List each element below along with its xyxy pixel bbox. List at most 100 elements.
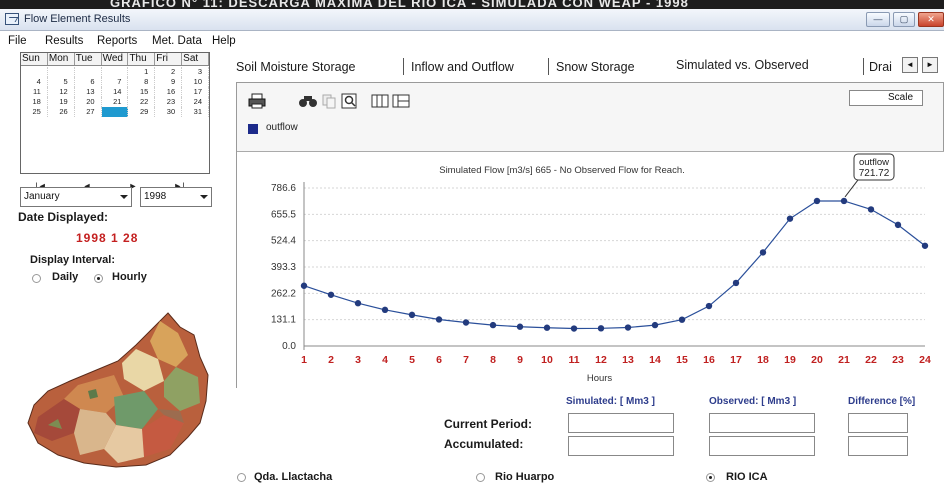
close-button[interactable]: ✕ bbox=[918, 12, 944, 27]
month-calendar[interactable]: Sun Mon Tue Wed Thu Fri Sat 1 2 3 4 5 6 7 8 9 10 11 12 13 1… bbox=[20, 52, 210, 174]
calendar-day[interactable]: 13 bbox=[75, 87, 102, 97]
calendar-day[interactable]: 8 bbox=[128, 77, 156, 87]
data-point bbox=[381, 306, 389, 314]
calendar-day[interactable]: 26 bbox=[48, 107, 75, 117]
menu-file[interactable]: File bbox=[8, 35, 27, 47]
reach-radio-rio-huarpo[interactable] bbox=[476, 473, 485, 482]
calendar-day[interactable]: 17 bbox=[182, 87, 209, 97]
reach-radio-rio-ica[interactable] bbox=[706, 473, 715, 482]
maximize-button[interactable]: ▢ bbox=[893, 12, 915, 27]
accumulated-label: Accumulated: bbox=[444, 437, 524, 451]
minimize-button[interactable]: — bbox=[866, 12, 890, 27]
x-tick-label: 23 bbox=[892, 354, 904, 366]
month-select[interactable]: January bbox=[20, 187, 132, 207]
reach-label-rio-ica: RIO ICA bbox=[726, 471, 768, 483]
tab-scroll-right-button[interactable]: ► bbox=[922, 57, 938, 73]
calendar-day[interactable]: 6 bbox=[75, 77, 102, 87]
x-tick-label: 14 bbox=[649, 354, 661, 366]
chevron-down-icon bbox=[200, 195, 208, 199]
tab-scroll-left-button[interactable]: ◄ bbox=[902, 57, 918, 73]
x-tick-label: 24 bbox=[919, 354, 931, 366]
display-interval-label: Display Interval: bbox=[30, 254, 115, 266]
tab-simulated-vs-observed[interactable]: Simulated vs. Observed bbox=[676, 58, 809, 72]
calendar-day bbox=[75, 67, 102, 77]
data-point bbox=[759, 249, 767, 256]
calendar-day[interactable]: 30 bbox=[155, 107, 183, 117]
calendar-day[interactable]: 5 bbox=[48, 77, 75, 87]
calendar-day[interactable]: 20 bbox=[75, 97, 102, 107]
chevron-down-icon bbox=[120, 195, 128, 199]
basin-map[interactable] bbox=[18, 305, 216, 470]
daily-radio[interactable] bbox=[32, 274, 41, 283]
calendar-day[interactable]: 22 bbox=[128, 97, 156, 107]
reach-radio-qda-llactacha[interactable] bbox=[237, 473, 246, 482]
calendar-day-headers: Sun Mon Tue Wed Thu Fri Sat bbox=[21, 53, 210, 66]
chart-options-icon[interactable] bbox=[392, 93, 410, 111]
calendar-day[interactable]: 19 bbox=[48, 97, 75, 107]
window-titlebar: Flow Element Results — ▢ ✕ bbox=[0, 9, 944, 31]
table-icon[interactable] bbox=[371, 93, 389, 111]
calendar-day[interactable]: 9 bbox=[155, 77, 183, 87]
x-tick-label: 6 bbox=[436, 354, 442, 366]
tab-snow-storage[interactable]: Snow Storage bbox=[556, 60, 635, 74]
calendar-day[interactable]: 10 bbox=[182, 77, 209, 87]
calendar-day[interactable]: 29 bbox=[128, 107, 156, 117]
calendar-day[interactable]: 25 bbox=[21, 107, 48, 117]
calendar-day[interactable]: 4 bbox=[21, 77, 48, 87]
calendar-day[interactable]: 18 bbox=[21, 97, 48, 107]
calendar-day[interactable]: 24 bbox=[182, 97, 209, 107]
copy-icon[interactable] bbox=[321, 93, 337, 111]
tab-inflow-and-outflow[interactable]: Inflow and Outflow bbox=[411, 60, 514, 74]
data-point bbox=[624, 324, 632, 331]
calendar-day[interactable]: 23 bbox=[155, 97, 183, 107]
print-icon[interactable] bbox=[248, 93, 266, 111]
calendar-day[interactable]: 16 bbox=[155, 87, 183, 97]
tab-soil-moisture-storage[interactable]: Soil Moisture Storage bbox=[236, 60, 356, 74]
x-tick-label: 1 bbox=[301, 354, 307, 366]
menu-bar: File Results Reports Met. Data Help bbox=[0, 32, 944, 52]
calendar-day[interactable]: 31 bbox=[182, 107, 209, 117]
data-point bbox=[462, 319, 470, 326]
menu-help[interactable]: Help bbox=[212, 35, 236, 47]
calendar-day[interactable]: 14 bbox=[102, 87, 129, 97]
year-select[interactable]: 1998 bbox=[140, 187, 212, 207]
menu-results[interactable]: Results bbox=[45, 35, 83, 47]
calendar-day[interactable]: 1 bbox=[128, 67, 156, 77]
y-tick-label: 131.1 bbox=[271, 315, 296, 326]
calendar-day[interactable]: 3 bbox=[182, 67, 209, 77]
result-tabs: Soil Moisture Storage Inflow and Outflow… bbox=[222, 52, 944, 80]
hourly-radio[interactable] bbox=[94, 274, 103, 283]
calendar-day-header: Thu bbox=[128, 53, 156, 65]
x-tick-label: 21 bbox=[838, 354, 850, 366]
date-displayed-value: 1998 1 28 bbox=[76, 231, 139, 245]
flow-chart: Simulated Flow [m3/s] 665 - No Observed … bbox=[237, 151, 944, 389]
zoom-icon[interactable] bbox=[341, 93, 359, 111]
x-tick-label: 2 bbox=[328, 354, 334, 366]
x-axis-label: Hours bbox=[587, 373, 613, 384]
window-title: Flow Element Results bbox=[24, 13, 131, 25]
calendar-day[interactable]: 2 bbox=[155, 67, 183, 77]
x-tick-label: 17 bbox=[730, 354, 742, 366]
binoculars-icon[interactable] bbox=[298, 93, 318, 111]
x-tick-label: 20 bbox=[811, 354, 823, 366]
calendar-day bbox=[48, 67, 75, 77]
calendar-day-selected[interactable]: 28 bbox=[101, 107, 129, 117]
data-point bbox=[300, 282, 308, 289]
calendar-day[interactable]: 11 bbox=[21, 87, 48, 97]
data-point bbox=[894, 221, 902, 229]
tab-drainage[interactable]: Drai bbox=[869, 60, 892, 74]
calendar-day[interactable]: 12 bbox=[48, 87, 75, 97]
chart-panel: Scale outflow Simulated Flow [m3/s] 665 … bbox=[236, 82, 944, 389]
menu-reports[interactable]: Reports bbox=[97, 35, 137, 47]
calendar-day[interactable]: 27 bbox=[75, 107, 102, 117]
x-tick-label: 22 bbox=[865, 354, 877, 366]
calendar-day[interactable]: 21 bbox=[102, 97, 129, 107]
scale-button[interactable]: Scale bbox=[849, 90, 923, 106]
reach-selector: Qda. Llactacha Rio Huarpo RIO ICA bbox=[222, 470, 944, 485]
calendar-day[interactable]: 15 bbox=[128, 87, 156, 97]
menu-met-data[interactable]: Met. Data bbox=[152, 35, 202, 47]
calendar-day[interactable]: 7 bbox=[102, 77, 129, 87]
data-point bbox=[354, 300, 362, 307]
year-select-value: 1998 bbox=[144, 191, 167, 202]
data-point bbox=[543, 324, 551, 331]
